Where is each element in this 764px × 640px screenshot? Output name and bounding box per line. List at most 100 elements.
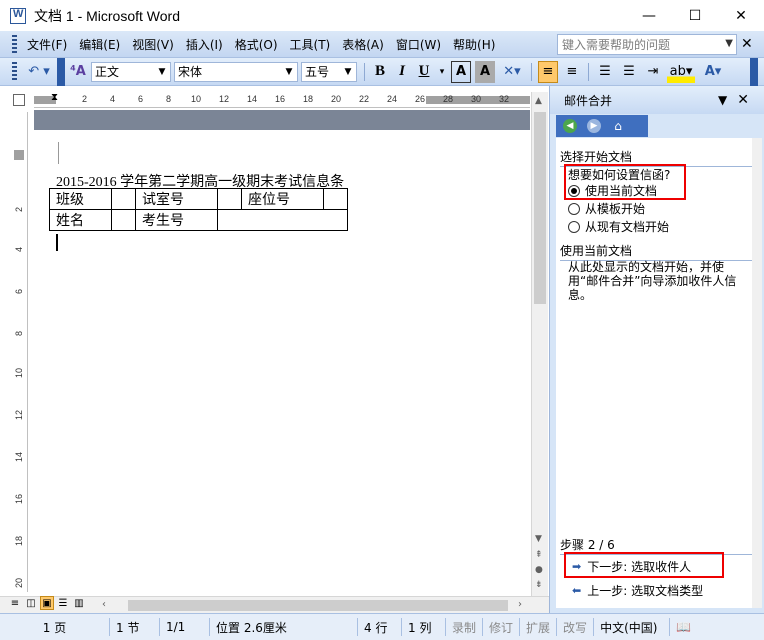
size-select[interactable]: 五号 ▼: [301, 61, 357, 82]
align-distribute-icon[interactable]: ≡: [562, 61, 582, 83]
highlight-icon[interactable]: ab▾: [667, 60, 695, 83]
chevron-down-icon[interactable]: ▼: [342, 66, 354, 79]
tab-selector-icon[interactable]: [13, 94, 25, 106]
radio-icon: [568, 220, 580, 233]
web-view-icon[interactable]: ◫: [24, 596, 38, 610]
radio-from-template[interactable]: 从模板开始: [568, 200, 645, 217]
table-cell[interactable]: 班级: [49, 188, 112, 210]
pane-close-icon[interactable]: ✕: [737, 92, 749, 108]
menu-table[interactable]: 表格(A): [336, 36, 390, 53]
outline-view-icon[interactable]: ☰: [56, 596, 70, 610]
bullet-list-icon[interactable]: ☰: [619, 61, 639, 83]
radio-label: 从模板开始: [585, 202, 646, 216]
menu-insert[interactable]: 插入(I): [180, 36, 229, 53]
menu-window[interactable]: 窗口(W): [390, 36, 447, 53]
home-icon[interactable]: ⌂: [608, 117, 628, 135]
spelling-status-icon[interactable]: 📖: [670, 618, 697, 636]
table-cell[interactable]: 姓名: [49, 209, 112, 231]
font-color-button[interactable]: A ▾: [699, 61, 727, 83]
chevron-down-icon[interactable]: ▾: [437, 61, 447, 83]
status-track-changes[interactable]: 修订: [483, 618, 521, 636]
scroll-up-icon[interactable]: ▲: [535, 96, 542, 106]
document-close-icon[interactable]: ✕: [741, 36, 753, 52]
chevron-down-icon[interactable]: ▼: [283, 66, 295, 79]
table-cell[interactable]: 考生号: [135, 209, 218, 231]
vertical-scrollbar[interactable]: ▲ ▼ ⇞ ● ⇟: [531, 92, 548, 598]
chevron-down-icon[interactable]: ▼: [156, 66, 168, 79]
close-button[interactable]: ✕: [718, 0, 764, 31]
horizontal-ruler[interactable]: ⧗ 2 4 6 8 10 12 14 16 18 20 22 24 26 28 …: [34, 92, 530, 108]
menu-format[interactable]: 格式(O): [229, 36, 284, 53]
formatting-toolbar: ↶ ▾ ⁴A 正文 ▼ 宋体 ▼ 五号 ▼ B I U ▾ A A ✕▾ ≡ ≡…: [0, 57, 764, 86]
underline-button[interactable]: U: [415, 61, 433, 83]
back-icon[interactable]: ◀: [560, 117, 580, 135]
char-scale-icon[interactable]: ✕▾: [499, 61, 525, 83]
scroll-thumb[interactable]: [534, 112, 546, 304]
toolbar-grip-icon[interactable]: [12, 62, 17, 81]
ruler-number: 4: [14, 246, 24, 252]
window-title: 文档 1 - Microsoft Word: [34, 7, 180, 24]
annotation-box: [564, 164, 686, 200]
menu-file[interactable]: 文件(F): [21, 36, 73, 53]
font-select[interactable]: 宋体 ▼: [174, 61, 298, 82]
print-view-icon[interactable]: ▣: [40, 596, 54, 610]
scroll-right-icon[interactable]: ›: [518, 599, 522, 610]
prev-page-icon[interactable]: ⇞: [535, 550, 543, 560]
char-shading-icon[interactable]: A: [475, 60, 495, 83]
bold-button[interactable]: B: [371, 61, 389, 83]
prev-step-link[interactable]: ⬅ 上一步: 选取文档类型: [572, 582, 703, 599]
indent-icon[interactable]: ⇥: [643, 61, 663, 83]
description-text: 从此处显示的文档开始，并使用“邮件合并”向导添加收件人信息。: [568, 260, 737, 302]
table-cell[interactable]: [111, 209, 136, 231]
scroll-down-icon[interactable]: ▼: [535, 534, 542, 544]
status-line: 4 行: [358, 618, 402, 636]
align-justify-icon[interactable]: ≡: [538, 60, 558, 83]
browse-object-icon[interactable]: ●: [535, 565, 543, 575]
scroll-left-icon[interactable]: ‹: [102, 599, 106, 610]
table-row: 班级 试室号 座位号: [49, 188, 348, 210]
chevron-down-icon[interactable]: ▼: [718, 93, 727, 107]
table-cell[interactable]: 试室号: [135, 188, 218, 210]
undo-icon[interactable]: ↶ ▾: [23, 61, 55, 83]
menu-bar: 文件(F) 编辑(E) 视图(V) 插入(I) 格式(O) 工具(T) 表格(A…: [0, 31, 764, 58]
ruler-number: 10: [191, 94, 202, 104]
status-overtype[interactable]: 改写: [557, 618, 595, 636]
info-table[interactable]: 班级 试室号 座位号 姓名 考生号: [49, 188, 348, 231]
menu-grip-icon[interactable]: [12, 34, 17, 54]
chevron-down-icon[interactable]: ▼: [725, 38, 733, 49]
table-cell[interactable]: [217, 188, 242, 210]
status-extend[interactable]: 扩展: [520, 618, 558, 636]
table-cell[interactable]: [323, 188, 348, 210]
next-page-icon[interactable]: ⇟: [535, 580, 543, 590]
status-record[interactable]: 录制: [446, 618, 484, 636]
normal-view-icon[interactable]: ≡: [8, 596, 22, 610]
maximize-button[interactable]: ☐: [672, 0, 718, 31]
table-cell[interactable]: 座位号: [241, 188, 324, 210]
pane-body: 选择开始文档 想要如何设置信函? 使用当前文档 从模板开始 从现有文档开始 使用…: [556, 138, 759, 608]
toolbar-overflow-icon[interactable]: [57, 57, 65, 86]
menu-view[interactable]: 视图(V): [126, 36, 180, 53]
scroll-thumb[interactable]: [128, 600, 508, 611]
indent-marker-icon[interactable]: ⧗: [51, 92, 58, 103]
table-cell[interactable]: [217, 209, 348, 231]
style-select[interactable]: 正文 ▼: [91, 61, 171, 82]
menu-tools[interactable]: 工具(T): [284, 36, 337, 53]
pane-scrollbar[interactable]: [752, 138, 762, 608]
ruler-number: 6: [138, 94, 144, 104]
table-cell[interactable]: [111, 188, 136, 210]
minimize-button[interactable]: —: [626, 0, 672, 31]
font-color-label: A: [704, 64, 715, 79]
status-position: 位置 2.6厘米: [210, 618, 358, 636]
toolbar-overflow-icon[interactable]: [750, 57, 758, 86]
italic-button[interactable]: I: [393, 61, 411, 83]
radio-from-existing[interactable]: 从现有文档开始: [568, 218, 669, 235]
menu-edit[interactable]: 编辑(E): [73, 36, 126, 53]
forward-icon[interactable]: ▶: [584, 117, 604, 135]
reading-view-icon[interactable]: ▥: [72, 596, 86, 610]
vertical-ruler[interactable]: 2 4 6 8 10 12 14 16 18 20: [12, 112, 28, 592]
help-search-input[interactable]: 键入需要帮助的问题 ▼: [557, 34, 737, 55]
menu-help[interactable]: 帮助(H): [447, 36, 501, 53]
numbered-list-icon[interactable]: ☰: [595, 61, 615, 83]
styles-icon[interactable]: ⁴A: [67, 61, 89, 83]
char-border-icon[interactable]: A: [451, 60, 471, 83]
